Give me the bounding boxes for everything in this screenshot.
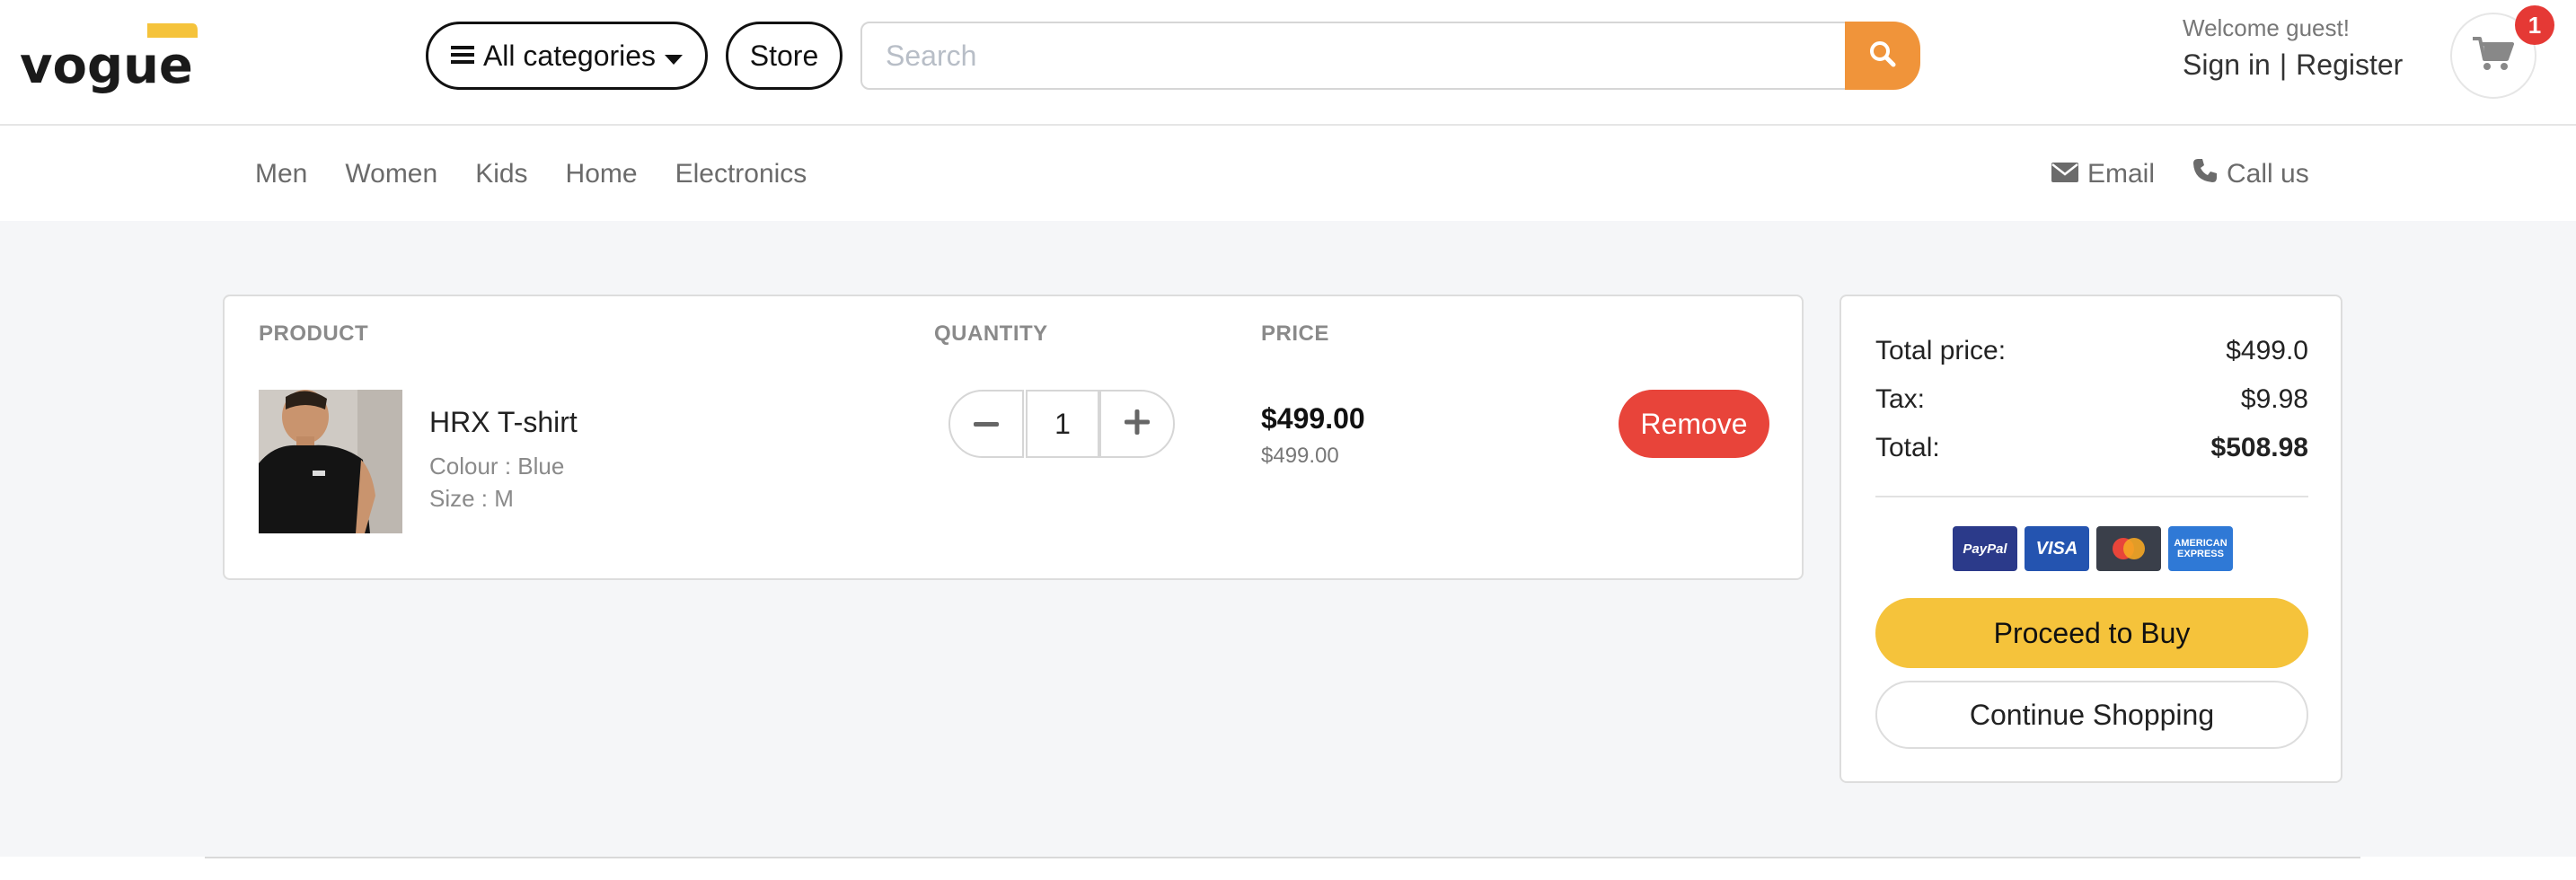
price-column-header: PRICE [1261,321,1329,346]
footer-divider [205,857,2360,858]
total-price-value: $499.0 [2226,336,2308,365]
nav-item-kids[interactable]: Kids [475,159,527,189]
caret-down-icon [665,40,684,73]
contact-links: Email Call us [2051,128,2309,221]
total-price-label: Total price: [1875,336,2007,365]
product-colour: Colour : Blue [429,453,565,480]
grand-total-value: $508.98 [2210,433,2308,462]
sign-in-link[interactable]: Sign in [2183,48,2271,82]
category-nav: Men Women Kids Home Electronics Email Ca… [0,128,2576,221]
remove-item-button[interactable]: Remove [1619,390,1769,458]
nav-item-women[interactable]: Women [345,159,437,189]
paypal-icon: PayPal [1953,526,2017,571]
cart-count-badge: 1 [2515,5,2554,45]
menu-icon [450,40,474,73]
email-link[interactable]: Email [2051,159,2155,189]
all-categories-label: All categories [482,39,657,72]
svg-text:vogue: vogue [20,37,193,95]
proceed-to-buy-button[interactable]: Proceed to Buy [1875,598,2308,668]
welcome-text: Welcome guest! [2183,14,2350,41]
all-categories-button[interactable]: All categories [426,22,708,90]
nav-item-electronics[interactable]: Electronics [675,159,807,189]
product-column-header: PRODUCT [259,321,369,346]
payment-methods: PayPal VISA AMERICAN EXPRESS [1953,526,2233,571]
quantity-column-header: QUANTITY [934,321,1048,346]
search-input[interactable] [860,22,1847,90]
email-label: Email [2087,159,2156,189]
site-header: vogue All categories Store Welcome guest… [0,0,2576,126]
minus-icon [974,416,999,432]
tax-label: Tax: [1875,384,1926,414]
item-unit-price: $499.00 [1261,444,1339,468]
auth-links: Sign in | Register [2183,48,2403,82]
search-icon [1868,40,1897,73]
item-total-price: $499.00 [1261,402,1365,435]
envelope-icon [2051,159,2078,189]
store-button[interactable]: Store [726,22,842,90]
call-us-link[interactable]: Call us [2192,158,2309,190]
summary-divider [1875,496,2308,497]
cart-items-card: PRODUCT QUANTITY PRICE HRX T-shirt Colou… [223,295,1804,580]
quantity-value[interactable]: 1 [1026,390,1099,458]
cart-icon [2473,36,2514,76]
search-button[interactable] [1845,22,1920,90]
nav-item-men[interactable]: Men [255,159,307,189]
category-links: Men Women Kids Home Electronics [255,128,807,221]
total-price-row: Total price: $499.0 [1875,336,2308,366]
mastercard-icon [2096,526,2161,571]
tax-row: Tax: $9.98 [1875,384,2308,415]
amex-icon: AMERICAN EXPRESS [2168,526,2233,571]
auth-separator: | [2279,48,2288,81]
product-image[interactable] [259,390,402,533]
cart-page: PRODUCT QUANTITY PRICE HRX T-shirt Colou… [0,221,2576,857]
grand-total-label: Total: [1875,433,1940,462]
grand-total-row: Total: $508.98 [1875,433,2308,463]
brand-logo[interactable]: vogue [20,20,199,95]
plus-icon [1125,409,1150,439]
call-us-label: Call us [2227,159,2309,189]
register-link[interactable]: Register [2296,48,2403,82]
quantity-increase-button[interactable] [1099,390,1175,458]
product-name[interactable]: HRX T-shirt [429,406,578,439]
continue-shopping-button[interactable]: Continue Shopping [1875,681,2308,749]
product-size: Size : M [429,485,514,512]
quantity-decrease-button[interactable] [948,390,1024,458]
nav-item-home[interactable]: Home [566,159,638,189]
phone-icon [2192,158,2218,190]
order-summary-card: Total price: $499.0 Tax: $9.98 Total: $5… [1839,295,2342,783]
tax-value: $9.98 [2240,384,2308,414]
visa-icon: VISA [2025,526,2089,571]
